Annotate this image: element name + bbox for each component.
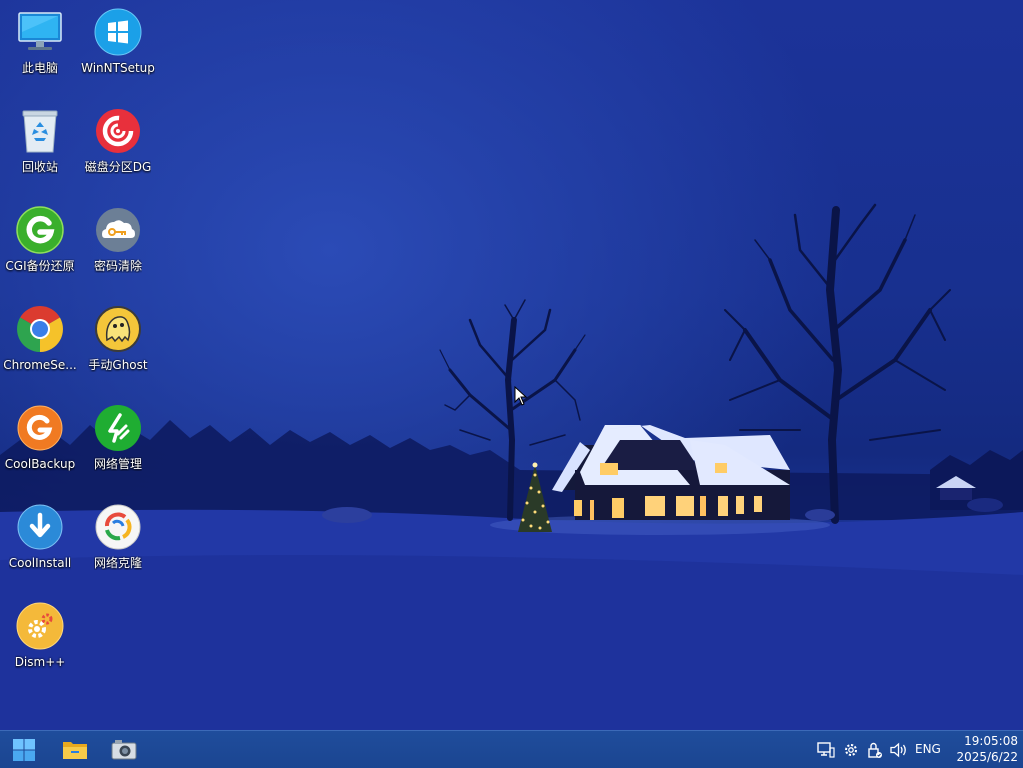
screenshot-tool-button[interactable] bbox=[108, 734, 140, 766]
desktop-icon-dism[interactable]: Dism++ bbox=[1, 594, 79, 693]
icon-label: ChromeSe... bbox=[3, 358, 77, 372]
password-clear-icon bbox=[93, 205, 143, 255]
settings-button[interactable] bbox=[842, 741, 860, 759]
coolbackup-icon bbox=[15, 403, 65, 453]
network-manager-icon bbox=[93, 403, 143, 453]
icon-label: 网络管理 bbox=[93, 457, 142, 471]
recycle-bin-icon bbox=[15, 106, 65, 156]
desktop-icon-winntsetup[interactable]: WinNTSetup bbox=[79, 0, 157, 99]
desktop-icon-network-clone[interactable]: 网络克隆 bbox=[79, 495, 157, 594]
network-clone-icon bbox=[93, 502, 143, 552]
security-lock-icon bbox=[868, 742, 882, 758]
mouse-cursor bbox=[514, 386, 528, 406]
security-button[interactable] bbox=[866, 741, 884, 759]
desktop-icon-this-pc[interactable]: 此电脑 bbox=[1, 0, 79, 99]
clock-time: 19:05:08 bbox=[964, 734, 1018, 748]
desktop-icon-recycle-bin[interactable]: 回收站 bbox=[1, 99, 79, 198]
network-monitor-icon bbox=[817, 742, 835, 758]
icon-label: 手动Ghost bbox=[88, 358, 148, 372]
desktop-icon-coolbackup[interactable]: CoolBackup bbox=[1, 396, 79, 495]
icon-label: 磁盘分区DG bbox=[84, 160, 152, 174]
icon-label: WinNTSetup bbox=[81, 61, 155, 75]
desktop-icon-chrome[interactable]: ChromeSe... bbox=[1, 297, 79, 396]
desktop-icon-coolinstall[interactable]: CoolInstall bbox=[1, 495, 79, 594]
icon-label: CGI备份还原 bbox=[5, 259, 75, 273]
clock-date: 2025/6/22 bbox=[956, 750, 1018, 764]
desktop-icon-network-manager[interactable]: 网络管理 bbox=[79, 396, 157, 495]
desktop-icon-diskgenius[interactable]: 磁盘分区DG bbox=[79, 99, 157, 198]
system-clock[interactable]: 19:05:08 2025/6/22 bbox=[950, 733, 1018, 765]
screenshot-tool-icon bbox=[111, 740, 137, 760]
input-language-indicator[interactable]: ENG bbox=[915, 742, 941, 756]
diskgenius-icon bbox=[93, 106, 143, 156]
icon-label: CoolInstall bbox=[8, 556, 72, 570]
settings-gear-icon bbox=[845, 744, 857, 756]
icon-label: CoolBackup bbox=[4, 457, 76, 471]
dism-icon bbox=[15, 601, 65, 651]
file-explorer-icon bbox=[63, 742, 87, 759]
coolinstall-icon bbox=[15, 502, 65, 552]
icon-label: Dism++ bbox=[14, 655, 66, 669]
volume-icon bbox=[890, 742, 906, 758]
desktop-icon-password-clear[interactable]: 密码清除 bbox=[79, 198, 157, 297]
volume-button[interactable] bbox=[890, 741, 908, 759]
network-monitor-button[interactable] bbox=[817, 741, 835, 759]
cgi-backup-icon bbox=[15, 205, 65, 255]
windows-setup-icon bbox=[93, 7, 143, 57]
icon-label: 此电脑 bbox=[21, 61, 58, 75]
desktop-icon-cgi-backup[interactable]: CGI备份还原 bbox=[1, 198, 79, 297]
ghost-icon bbox=[93, 304, 143, 354]
desktop-wallpaper: 此电脑 WinNTSetup 回收站 磁盘分区DG CGI备份还原 密码清除 C… bbox=[0, 0, 1023, 730]
start-icon bbox=[13, 739, 35, 761]
computer-icon bbox=[15, 7, 65, 57]
icon-label: 密码清除 bbox=[93, 259, 142, 273]
start-button[interactable] bbox=[8, 734, 40, 766]
chrome-icon bbox=[15, 304, 65, 354]
taskbar: ENG 19:05:08 2025/6/22 bbox=[0, 730, 1023, 768]
file-explorer-button[interactable] bbox=[59, 734, 91, 766]
icon-label: 回收站 bbox=[21, 160, 58, 174]
desktop-icon-ghost[interactable]: 手动Ghost bbox=[79, 297, 157, 396]
icon-label: 网络克隆 bbox=[93, 556, 142, 570]
